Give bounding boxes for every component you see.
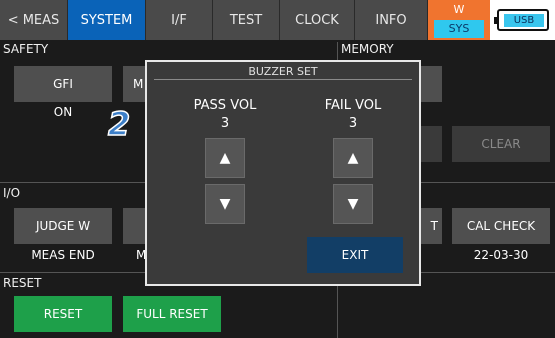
memory-button-partial[interactable] xyxy=(418,66,442,102)
fail-vol-up-button[interactable]: ▲ xyxy=(333,138,373,178)
cal-check-button[interactable]: CAL CHECK xyxy=(452,208,550,244)
w-indicator: W xyxy=(453,3,465,16)
pass-vol-up-button[interactable]: ▲ xyxy=(205,138,245,178)
arrow-up-icon: ▲ xyxy=(347,150,359,166)
tab-if[interactable]: I/F xyxy=(146,0,213,40)
pass-vol-value: 3 xyxy=(220,116,230,131)
tab-clock[interactable]: CLOCK xyxy=(280,0,355,40)
judge-w-value: MEAS END xyxy=(31,248,95,262)
usb-status: USB xyxy=(490,0,555,40)
reset-title: RESET xyxy=(3,276,42,290)
clear-button[interactable]: CLEAR xyxy=(452,126,550,162)
buzzer-set-dialog: BUZZER SET PASS VOL 3 ▲ ▼ FAIL VOL 3 ▲ ▼… xyxy=(145,60,421,286)
pass-vol-label: PASS VOL xyxy=(193,98,257,113)
tab-info[interactable]: INFO xyxy=(355,0,428,40)
reset-button[interactable]: RESET xyxy=(14,296,112,332)
dialog-title: BUZZER SET xyxy=(248,65,318,78)
tab-system[interactable]: SYSTEM xyxy=(68,0,146,40)
memory-title: MEMORY xyxy=(341,42,394,56)
pass-vol-down-button[interactable]: ▼ xyxy=(205,184,245,224)
fail-vol-label: FAIL VOL xyxy=(324,98,382,113)
arrow-down-icon: ▼ xyxy=(347,196,359,212)
sys-indicator: SYS xyxy=(434,20,484,38)
cal-check-value: 22-03-30 xyxy=(473,248,529,262)
memory-button-partial-2[interactable] xyxy=(418,126,442,162)
tab-test[interactable]: TEST xyxy=(213,0,280,40)
usb-connector xyxy=(494,17,497,24)
step-number-marker: 2 xyxy=(107,104,131,144)
usb-label: USB xyxy=(504,14,544,27)
io-second-button[interactable] xyxy=(123,208,147,244)
io-fourth-button[interactable]: T xyxy=(418,208,442,244)
fail-vol-down-button[interactable]: ▼ xyxy=(333,184,373,224)
arrow-up-icon: ▲ xyxy=(219,150,231,166)
gfi-value: ON xyxy=(53,105,73,119)
io-title: I/O xyxy=(3,186,21,200)
exit-button[interactable]: EXIT xyxy=(307,237,403,273)
fail-vol-value: 3 xyxy=(348,116,358,131)
full-reset-button[interactable]: FULL RESET xyxy=(123,296,221,332)
dialog-title-divider xyxy=(154,79,412,80)
safety-title: SAFETY xyxy=(3,42,49,56)
usb-icon: USB xyxy=(494,9,549,31)
arrow-down-icon: ▼ xyxy=(219,196,231,212)
gfi-button[interactable]: GFI xyxy=(14,66,112,102)
tab-meas[interactable]: < MEAS xyxy=(0,0,68,40)
judge-w-button[interactable]: JUDGE W xyxy=(14,208,112,244)
ws-status-badge: W SYS xyxy=(428,0,490,40)
